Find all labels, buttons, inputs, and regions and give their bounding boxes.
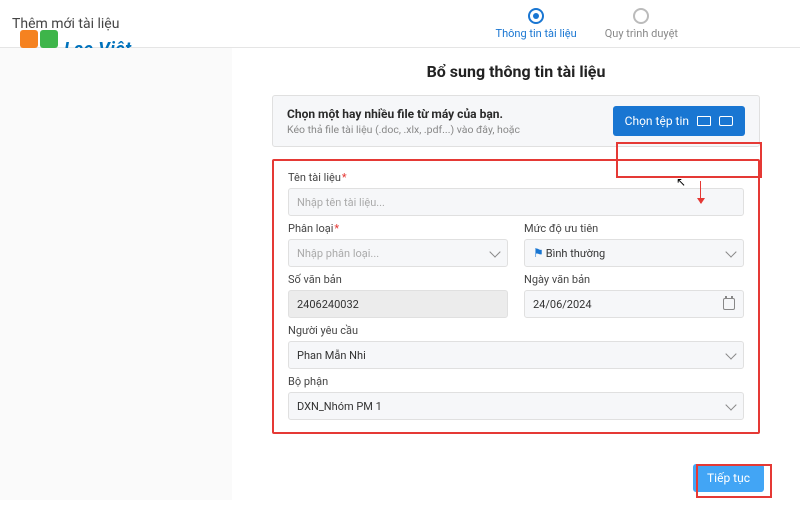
upload-sub-text: Kéo thả file tài liệu (.doc, .xlx, .pdf.… (287, 123, 520, 136)
choose-file-button[interactable]: Chọn tệp tin (613, 106, 745, 136)
left-side-panel (0, 48, 232, 500)
content-title: Bổ sung thông tin tài liệu (272, 62, 760, 81)
desktop-icon (697, 116, 711, 126)
continue-button[interactable]: Tiếp tục (693, 464, 764, 492)
step2-label: Quy trình duyệt (605, 27, 678, 40)
chevron-down-icon (725, 348, 736, 359)
step1-label: Thông tin tài liệu (496, 27, 577, 40)
dept-value: DXN_Nhóm PM 1 (297, 400, 382, 413)
doc-date-input[interactable]: 24/06/2024 (524, 290, 744, 318)
doc-number-value: 2406240032 (297, 298, 359, 311)
requester-value: Phan Mẫn Nhi (297, 349, 366, 362)
priority-select[interactable]: ⚑Bình thường (524, 239, 744, 267)
form-container: Tên tài liệu Nhập tên tài liệu... Phân l… (272, 159, 760, 434)
chevron-down-icon (489, 246, 500, 257)
calendar-icon (723, 298, 735, 310)
choose-file-label: Chọn tệp tin (625, 114, 689, 128)
step-circle-icon (633, 8, 649, 24)
upload-text: Chọn một hay nhiều file từ máy của bạn. … (287, 107, 520, 136)
priority-value: Bình thường (546, 247, 605, 260)
doc-name-placeholder: Nhập tên tài liệu... (297, 196, 385, 209)
chevron-down-icon (725, 246, 736, 257)
upload-main-text: Chọn một hay nhiều file từ máy của bạn. (287, 107, 520, 121)
classify-label: Phân loại (288, 222, 508, 235)
requester-select[interactable]: Phan Mẫn Nhi (288, 341, 744, 369)
chevron-down-icon (725, 399, 736, 410)
doc-name-input[interactable]: Nhập tên tài liệu... (288, 188, 744, 216)
upload-dropzone[interactable]: Chọn một hay nhiều file từ máy của bạn. … (272, 95, 760, 147)
dept-label: Bộ phận (288, 375, 744, 388)
doc-date-value: 24/06/2024 (533, 298, 592, 311)
doc-number-label: Số văn bản (288, 273, 508, 286)
doc-name-label: Tên tài liệu (288, 171, 744, 184)
flag-icon: ⚑ (533, 246, 544, 260)
classify-select[interactable]: Nhập phân loại... (288, 239, 508, 267)
classify-placeholder: Nhập phân loại... (297, 247, 379, 260)
doc-date-label: Ngày văn bản (524, 273, 744, 286)
requester-label: Người yêu cầu (288, 324, 744, 337)
step-circle-icon (528, 8, 544, 24)
cloud-icon (719, 116, 733, 126)
stepper: Thông tin tài liệu Quy trình duyệt (496, 8, 679, 40)
priority-label: Mức độ ưu tiên (524, 222, 744, 235)
annotation-arrow (700, 181, 701, 203)
step-approval-process[interactable]: Quy trình duyệt (605, 8, 678, 40)
doc-number-input[interactable]: 2406240032 (288, 290, 508, 318)
continue-label: Tiếp tục (707, 471, 750, 485)
content-area: Bổ sung thông tin tài liệu Chọn một hay … (232, 48, 800, 500)
dept-select[interactable]: DXN_Nhóm PM 1 (288, 392, 744, 420)
step-document-info[interactable]: Thông tin tài liệu (496, 8, 577, 40)
